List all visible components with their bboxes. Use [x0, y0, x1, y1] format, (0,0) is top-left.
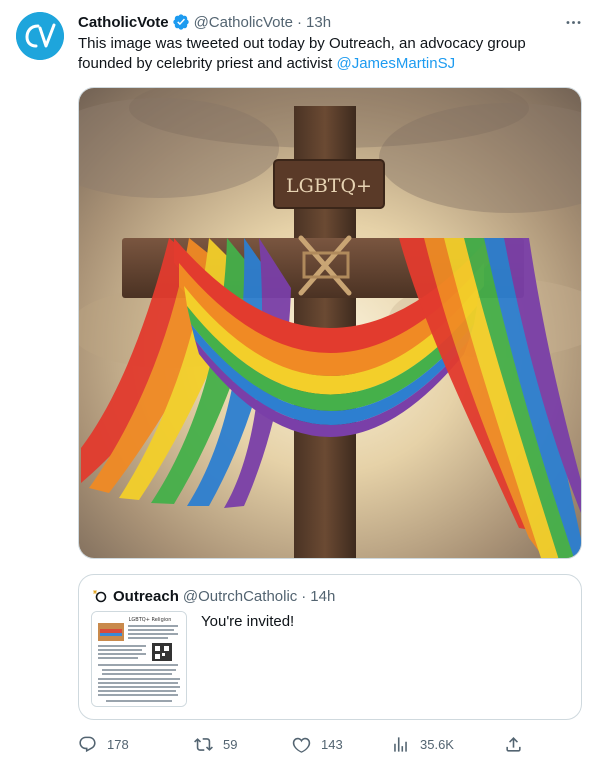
quoted-tweet-text: You're invited! [201, 613, 295, 630]
tweet-text-body: This image was tweeted out today by Outr… [78, 35, 526, 72]
separator-dot: · [297, 13, 303, 31]
flyer-title: LGBTQ+ Religion [129, 617, 172, 623]
tweet-text: This image was tweeted out today by Outr… [78, 34, 578, 74]
like-count: 143 [321, 736, 343, 752]
tweet[interactable]: CatholicVote @CatholicVote · 13h This im… [0, 0, 598, 765]
more-dots-icon[interactable] [562, 11, 584, 33]
mention-link[interactable]: @JamesMartinSJ [336, 55, 455, 72]
catholicvote-logo [16, 12, 64, 60]
quoted-tweet-header: Outreach @OutrchCatholic · 14h [91, 585, 335, 607]
tweet-time[interactable]: 13h [306, 14, 331, 31]
heart-icon [292, 737, 311, 753]
reply-button[interactable]: 178 [78, 735, 194, 754]
views-button[interactable]: 35.6K [391, 735, 504, 754]
cross-rainbow-image: LGBTQ+ [79, 88, 581, 558]
retweet-button[interactable]: 59 [194, 735, 292, 754]
author-avatar[interactable] [16, 12, 64, 60]
reply-count: 178 [107, 736, 129, 752]
retweet-icon [194, 737, 213, 751]
quoted-author-handle[interactable]: @OutrchCatholic [183, 588, 297, 605]
verified-badge-icon [172, 13, 190, 31]
reply-icon [79, 736, 96, 752]
quoted-separator-dot: · [301, 587, 307, 605]
views-count: 35.6K [420, 736, 454, 752]
author-handle[interactable]: @CatholicVote [194, 14, 293, 31]
share-button[interactable] [504, 735, 533, 754]
cross-sign-text: LGBTQ+ [286, 175, 372, 197]
quoted-tweet[interactable]: Outreach @OutrchCatholic · 14h LGBTQ+ Re… [78, 574, 582, 720]
flyer-image: LGBTQ+ Religion [92, 612, 186, 706]
quoted-media-thumbnail[interactable]: LGBTQ+ Religion [91, 611, 187, 707]
outreach-avatar-icon[interactable] [91, 588, 107, 604]
views-chart-icon [394, 736, 407, 752]
tweet-header: CatholicVote @CatholicVote · 13h [78, 11, 584, 33]
author-name[interactable]: CatholicVote [78, 14, 169, 31]
quoted-author-name[interactable]: Outreach [113, 588, 179, 605]
tweet-action-bar: 178 59 143 35.6K [78, 730, 582, 758]
quoted-time[interactable]: 14h [310, 588, 335, 605]
retweet-count: 59 [223, 736, 238, 752]
share-icon [506, 736, 521, 752]
like-button[interactable]: 143 [292, 735, 391, 754]
tweet-media-image[interactable]: LGBTQ+ [78, 87, 582, 559]
